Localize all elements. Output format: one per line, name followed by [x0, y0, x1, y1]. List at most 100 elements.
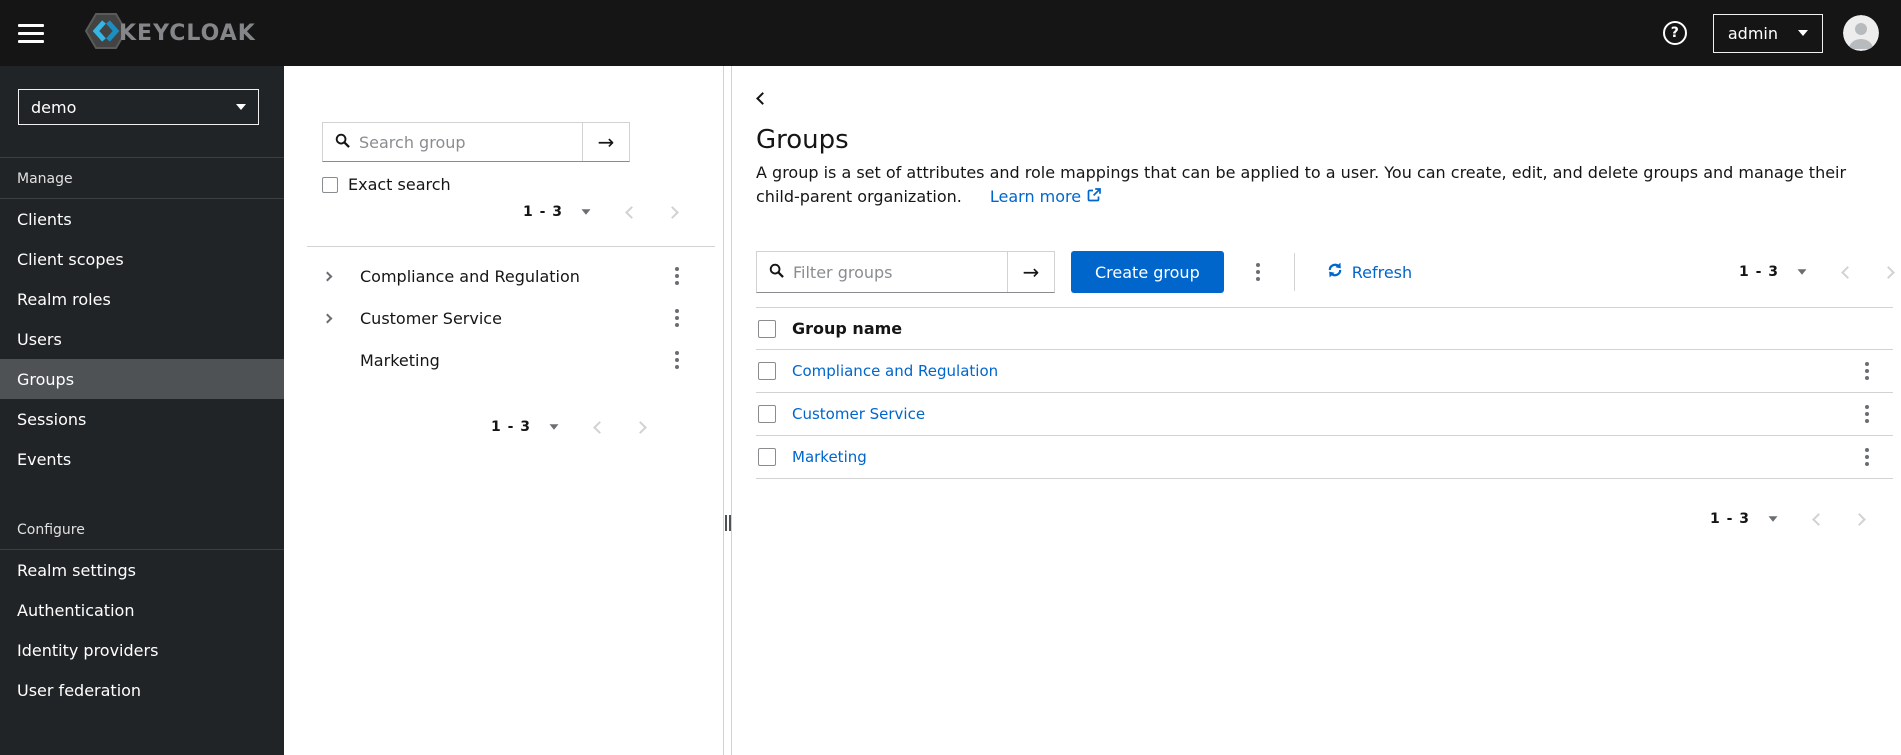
expand-toggle[interactable] [322, 313, 340, 323]
groups-toolbar: → Create group Refresh [756, 251, 1901, 293]
sidebar-item-authentication[interactable]: Authentication [0, 590, 284, 630]
username: admin [1727, 23, 1778, 43]
nav-section-configure: Configure [0, 509, 284, 550]
group-search: → [322, 122, 630, 162]
kebab-menu[interactable] [1861, 401, 1873, 427]
table-row: Marketing [756, 436, 1893, 479]
row-checkbox[interactable] [758, 448, 776, 466]
chevron-left-icon [1841, 265, 1854, 279]
sidebar-item-clients[interactable]: Clients [0, 199, 284, 239]
kebab-menu[interactable] [671, 305, 683, 331]
table-row: Customer Service [756, 393, 1893, 436]
refresh-button[interactable]: Refresh [1327, 262, 1412, 282]
table-header-row: Group name [756, 307, 1893, 350]
sidebar-item-realm-settings[interactable]: Realm settings [0, 550, 284, 590]
tree-pagination-top: 1 - 3 [284, 204, 679, 220]
sidebar-item-events[interactable]: Events [0, 439, 284, 479]
keycloak-logo: KEYCLOAK [84, 9, 256, 57]
user-dropdown[interactable]: admin [1712, 13, 1823, 53]
help-icon[interactable]: ? [1662, 21, 1687, 45]
pagination-prev-button[interactable] [593, 420, 606, 434]
group-link[interactable]: Marketing [792, 448, 867, 466]
chevron-left-icon [593, 420, 606, 434]
chevron-right-icon [634, 420, 647, 434]
chevron-right-icon [322, 271, 333, 281]
group-tree: Compliance and Regulation Customer Servi… [307, 246, 715, 381]
select-all-checkbox[interactable] [758, 319, 776, 338]
brand-text: KEYCLOAK [119, 20, 256, 46]
sidebar-item-user-federation[interactable]: User federation [0, 670, 284, 710]
pagination-next-button[interactable] [634, 420, 647, 434]
chevron-left-icon [625, 205, 638, 219]
exact-search-option: Exact search [322, 175, 723, 194]
caret-down-icon [581, 209, 591, 215]
realm-selector[interactable]: demo [18, 89, 259, 125]
column-header-group-name: Group name [792, 319, 903, 338]
pagination-range-menu[interactable]: 1 - 3 [523, 204, 591, 220]
panel-resize-handle[interactable] [724, 515, 731, 531]
sidebar-item-users[interactable]: Users [0, 319, 284, 359]
filter-submit-button[interactable]: → [1007, 252, 1054, 292]
divider [1293, 253, 1295, 291]
pagination-prev-button[interactable] [1812, 512, 1825, 526]
caret-down-icon [1768, 516, 1778, 522]
toolbar-kebab-menu[interactable] [1252, 259, 1264, 285]
pagination-range-menu[interactable]: 1 - 3 [1739, 264, 1807, 280]
chevron-left-icon [756, 92, 769, 105]
exact-search-checkbox[interactable] [322, 176, 338, 193]
pagination-prev-button[interactable] [625, 205, 638, 219]
pagination-range-menu[interactable]: 1 - 3 [1710, 511, 1778, 527]
table-pagination-bottom: 1 - 3 [756, 511, 1866, 527]
external-link-icon [1087, 185, 1101, 209]
filter-group: → [756, 251, 1055, 293]
pagination-next-button[interactable] [666, 205, 679, 219]
learn-more-link[interactable]: Learn more [990, 185, 1101, 209]
kebab-menu[interactable] [1861, 358, 1873, 384]
caret-down-icon [1797, 269, 1807, 275]
chevron-right-icon [322, 313, 333, 323]
row-checkbox[interactable] [758, 405, 776, 423]
pagination-next-button[interactable] [1853, 512, 1866, 526]
kebab-menu[interactable] [671, 263, 683, 289]
table-row: Compliance and Regulation [756, 350, 1893, 393]
chevron-right-icon [666, 205, 679, 219]
sidebar-item-sessions[interactable]: Sessions [0, 399, 284, 439]
pagination-range-menu[interactable]: 1 - 3 [491, 419, 559, 435]
tree-item[interactable]: Compliance and Regulation [307, 255, 715, 297]
kebab-menu[interactable] [1861, 444, 1873, 470]
search-icon [335, 133, 350, 152]
arrow-right-icon: → [597, 130, 615, 154]
caret-down-icon [549, 424, 559, 430]
filter-groups-input[interactable] [793, 262, 1007, 282]
realm-name: demo [31, 97, 77, 117]
tree-item[interactable]: Marketing [307, 339, 715, 381]
sidebar-item-groups[interactable]: Groups [0, 359, 284, 399]
search-submit-button[interactable]: → [582, 123, 629, 161]
row-checkbox[interactable] [758, 362, 776, 380]
group-link[interactable]: Compliance and Regulation [792, 362, 998, 380]
group-link[interactable]: Customer Service [792, 405, 925, 423]
sidebar-item-client-scopes[interactable]: Client scopes [0, 239, 284, 279]
collapse-panel-button[interactable] [756, 92, 769, 105]
search-group-input[interactable] [359, 132, 582, 152]
hamburger-menu-icon[interactable] [18, 23, 44, 43]
groups-table: Group name Compliance and Regulation Cus… [756, 307, 1893, 479]
pagination-prev-button[interactable] [1841, 265, 1854, 279]
sidebar-nav: demo Manage Clients Client scopes Realm … [0, 66, 284, 755]
tree-item[interactable]: Customer Service [307, 297, 715, 339]
tree-pagination-bottom: 1 - 3 [284, 419, 647, 435]
nav-section-manage: Manage [0, 158, 284, 199]
exact-search-label: Exact search [348, 175, 451, 194]
expand-toggle[interactable] [322, 271, 340, 281]
sidebar-item-realm-roles[interactable]: Realm roles [0, 279, 284, 319]
refresh-icon [1327, 262, 1343, 282]
sidebar-item-identity-providers[interactable]: Identity providers [0, 630, 284, 670]
caret-down-icon [1798, 30, 1808, 36]
masthead: KEYCLOAK ? admin [0, 0, 1901, 66]
user-avatar[interactable] [1843, 15, 1879, 51]
table-pagination-top: 1 - 3 [1739, 264, 1895, 280]
groups-tree-panel: → Exact search 1 - 3 Compliance and Regu… [284, 66, 723, 755]
create-group-button[interactable]: Create group [1071, 251, 1224, 293]
kebab-menu[interactable] [671, 347, 683, 373]
pagination-next-button[interactable] [1882, 265, 1895, 279]
